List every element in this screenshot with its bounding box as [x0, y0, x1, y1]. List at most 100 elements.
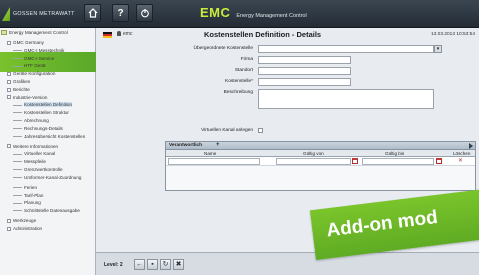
- sidebar-item[interactable]: Administration: [7, 226, 42, 231]
- sidebar-item[interactable]: GMC-I Service: [13, 56, 54, 61]
- app-title: EMC Energy Management Control: [200, 5, 307, 20]
- sidebar-item[interactable]: Kostenstellen Definition: [13, 102, 73, 108]
- sidebar-item-label: HTF Gerät: [24, 63, 46, 69]
- expand-toggle-icon[interactable]: [7, 40, 11, 45]
- tree-line: [13, 112, 22, 114]
- back-button[interactable]: ←: [134, 259, 145, 270]
- column-valid-to: Gültig bis: [385, 151, 405, 156]
- table-row: ✕: [166, 157, 475, 166]
- expand-toggle-icon[interactable]: [7, 71, 11, 76]
- sidebar-item[interactable]: Berichte: [7, 87, 30, 92]
- sidebar-item[interactable]: Werkzeuge: [7, 218, 36, 223]
- location-input[interactable]: [258, 67, 351, 75]
- sidebar-item[interactable]: Messpfeile: [13, 159, 46, 164]
- parent-cost-center-label: Übergeordnete Kostenstelle: [193, 46, 253, 51]
- responsible-panel-header[interactable]: Verantwortlich +: [166, 142, 475, 150]
- expand-toggle-icon[interactable]: [7, 144, 11, 149]
- tree-line: [13, 161, 22, 163]
- reload-button[interactable]: ↻: [160, 259, 171, 270]
- power-button[interactable]: [136, 4, 153, 22]
- disk-icon: ▪: [151, 261, 154, 268]
- level-indicator: Level: 2: [104, 262, 123, 268]
- tree-line: [13, 169, 22, 171]
- datetime: 13.03.2013 10:53:54: [430, 32, 475, 37]
- description-textarea[interactable]: [258, 89, 434, 109]
- sidebar-item[interactable]: HTF Gerät: [13, 63, 46, 68]
- sidebar-item-label: Industrie-Version: [13, 94, 48, 100]
- name-cell-input[interactable]: [168, 158, 260, 165]
- sidebar-item[interactable]: Jahresübersicht Kostenstellen: [13, 134, 98, 139]
- sidebar-item[interactable]: Kostenstellen Struktur: [13, 110, 69, 115]
- expand-toggle-icon[interactable]: [7, 79, 11, 84]
- sidebar-item-label: Rechnungs-Details: [24, 125, 63, 131]
- tree-line: [13, 120, 22, 122]
- calendar-icon[interactable]: [352, 158, 358, 164]
- sidebar-item[interactable]: Schnittstelle Datenausgabe: [13, 208, 98, 213]
- sidebar-item[interactable]: Energy Management Control: [1, 30, 95, 36]
- sidebar-item[interactable]: Geräte Konfiguration: [7, 71, 55, 76]
- valid-from-input[interactable]: [276, 158, 351, 165]
- sidebar-item[interactable]: Ferien: [13, 185, 37, 190]
- sidebar-item-label: Geräte Konfiguration: [13, 71, 56, 77]
- sidebar-item-label: Virtueller Kanal: [24, 151, 56, 157]
- sidebar-item-label: Ferien: [24, 184, 38, 190]
- user-icon: [117, 31, 121, 37]
- sidebar-item[interactable]: Tarif-Plan: [13, 193, 43, 198]
- add-row-icon[interactable]: +: [216, 142, 220, 148]
- valid-to-input[interactable]: [362, 158, 434, 165]
- expand-toggle-icon[interactable]: [7, 87, 11, 92]
- sidebar-item-label: Schnittstelle Datenausgabe: [24, 208, 80, 214]
- virtual-channel-checkbox[interactable]: [258, 128, 263, 133]
- tree-line: [13, 202, 22, 204]
- help-button[interactable]: ?: [112, 4, 129, 22]
- home-button[interactable]: [84, 4, 101, 22]
- tree-line: [13, 177, 22, 179]
- expand-arrow-icon[interactable]: [469, 143, 473, 149]
- parent-cost-center-row: Übergeordnete Kostenstelle ▾: [96, 45, 479, 54]
- save-button[interactable]: ▪: [147, 259, 158, 270]
- sidebar-item[interactable]: Rechnungs-Details: [13, 126, 63, 131]
- reload-icon: ↻: [162, 261, 169, 268]
- content-header: emc Kostenstellen Definition - Details 1…: [96, 28, 479, 42]
- top-bar: GOSSEN METRAWATT ? EMC Energy Management…: [0, 0, 479, 28]
- responsible-panel-title: Verantwortlich: [169, 143, 203, 148]
- expand-toggle-icon[interactable]: [7, 95, 11, 100]
- tree-line: [13, 194, 22, 196]
- language-flag-icon[interactable]: [103, 32, 112, 38]
- sidebar-item[interactable]: Grafiken: [7, 79, 30, 84]
- help-icon: ?: [117, 7, 124, 19]
- delete-button[interactable]: ✖: [173, 259, 184, 270]
- delete-icon[interactable]: ✕: [458, 157, 463, 164]
- virtual-channel-row: Virtuellen Kanal anlegen: [96, 127, 479, 135]
- sidebar-item-label: GMC-I Service: [24, 55, 55, 61]
- dropdown-arrow-icon[interactable]: ▾: [434, 45, 442, 53]
- sidebar-item-label: Planung: [24, 200, 41, 206]
- sidebar-item-label: Tarif-Plan: [24, 192, 44, 198]
- column-delete: Löschen: [453, 151, 471, 156]
- sidebar-item[interactable]: GMC Germany: [7, 40, 44, 45]
- expand-toggle-icon[interactable]: [7, 226, 11, 231]
- tree-line: [13, 135, 22, 137]
- sidebar-item[interactable]: Virtueller Kanal: [13, 151, 55, 156]
- sidebar-item-label: Grafiken: [13, 79, 31, 84]
- sidebar-tree: Energy Management Control GMC Germany GMC-…: [0, 28, 96, 275]
- logo-text: GOSSEN METRAWATT: [13, 11, 75, 17]
- parent-cost-center-select[interactable]: [258, 45, 434, 53]
- sidebar-item[interactable]: Industrie-Version: [7, 95, 47, 100]
- sidebar-item[interactable]: Weitere Informationen: [7, 144, 58, 149]
- company-input[interactable]: [258, 56, 351, 64]
- table-header-row: Name Gültig von Gültig bis Löschen: [166, 150, 475, 157]
- tree-line: [13, 104, 22, 106]
- sidebar-item[interactable]: Planung: [13, 200, 41, 205]
- location-row: Standort: [96, 67, 479, 76]
- column-name: Name: [204, 151, 217, 156]
- sidebar-item-label: Werkzeuge: [13, 218, 37, 224]
- sidebar-item[interactable]: Umformer-Kanal-Zuordnung: [13, 175, 98, 180]
- sidebar-item[interactable]: Abrechnung: [13, 118, 49, 123]
- expand-toggle-icon[interactable]: [7, 218, 11, 223]
- tree-line: [13, 187, 22, 189]
- calendar-icon[interactable]: [436, 158, 442, 164]
- cost-center-input[interactable]: [258, 78, 351, 86]
- sidebar-item[interactable]: Grenzwertkontrolle: [13, 167, 63, 172]
- sidebar-item[interactable]: GMC-I Messtechnik: [13, 48, 64, 53]
